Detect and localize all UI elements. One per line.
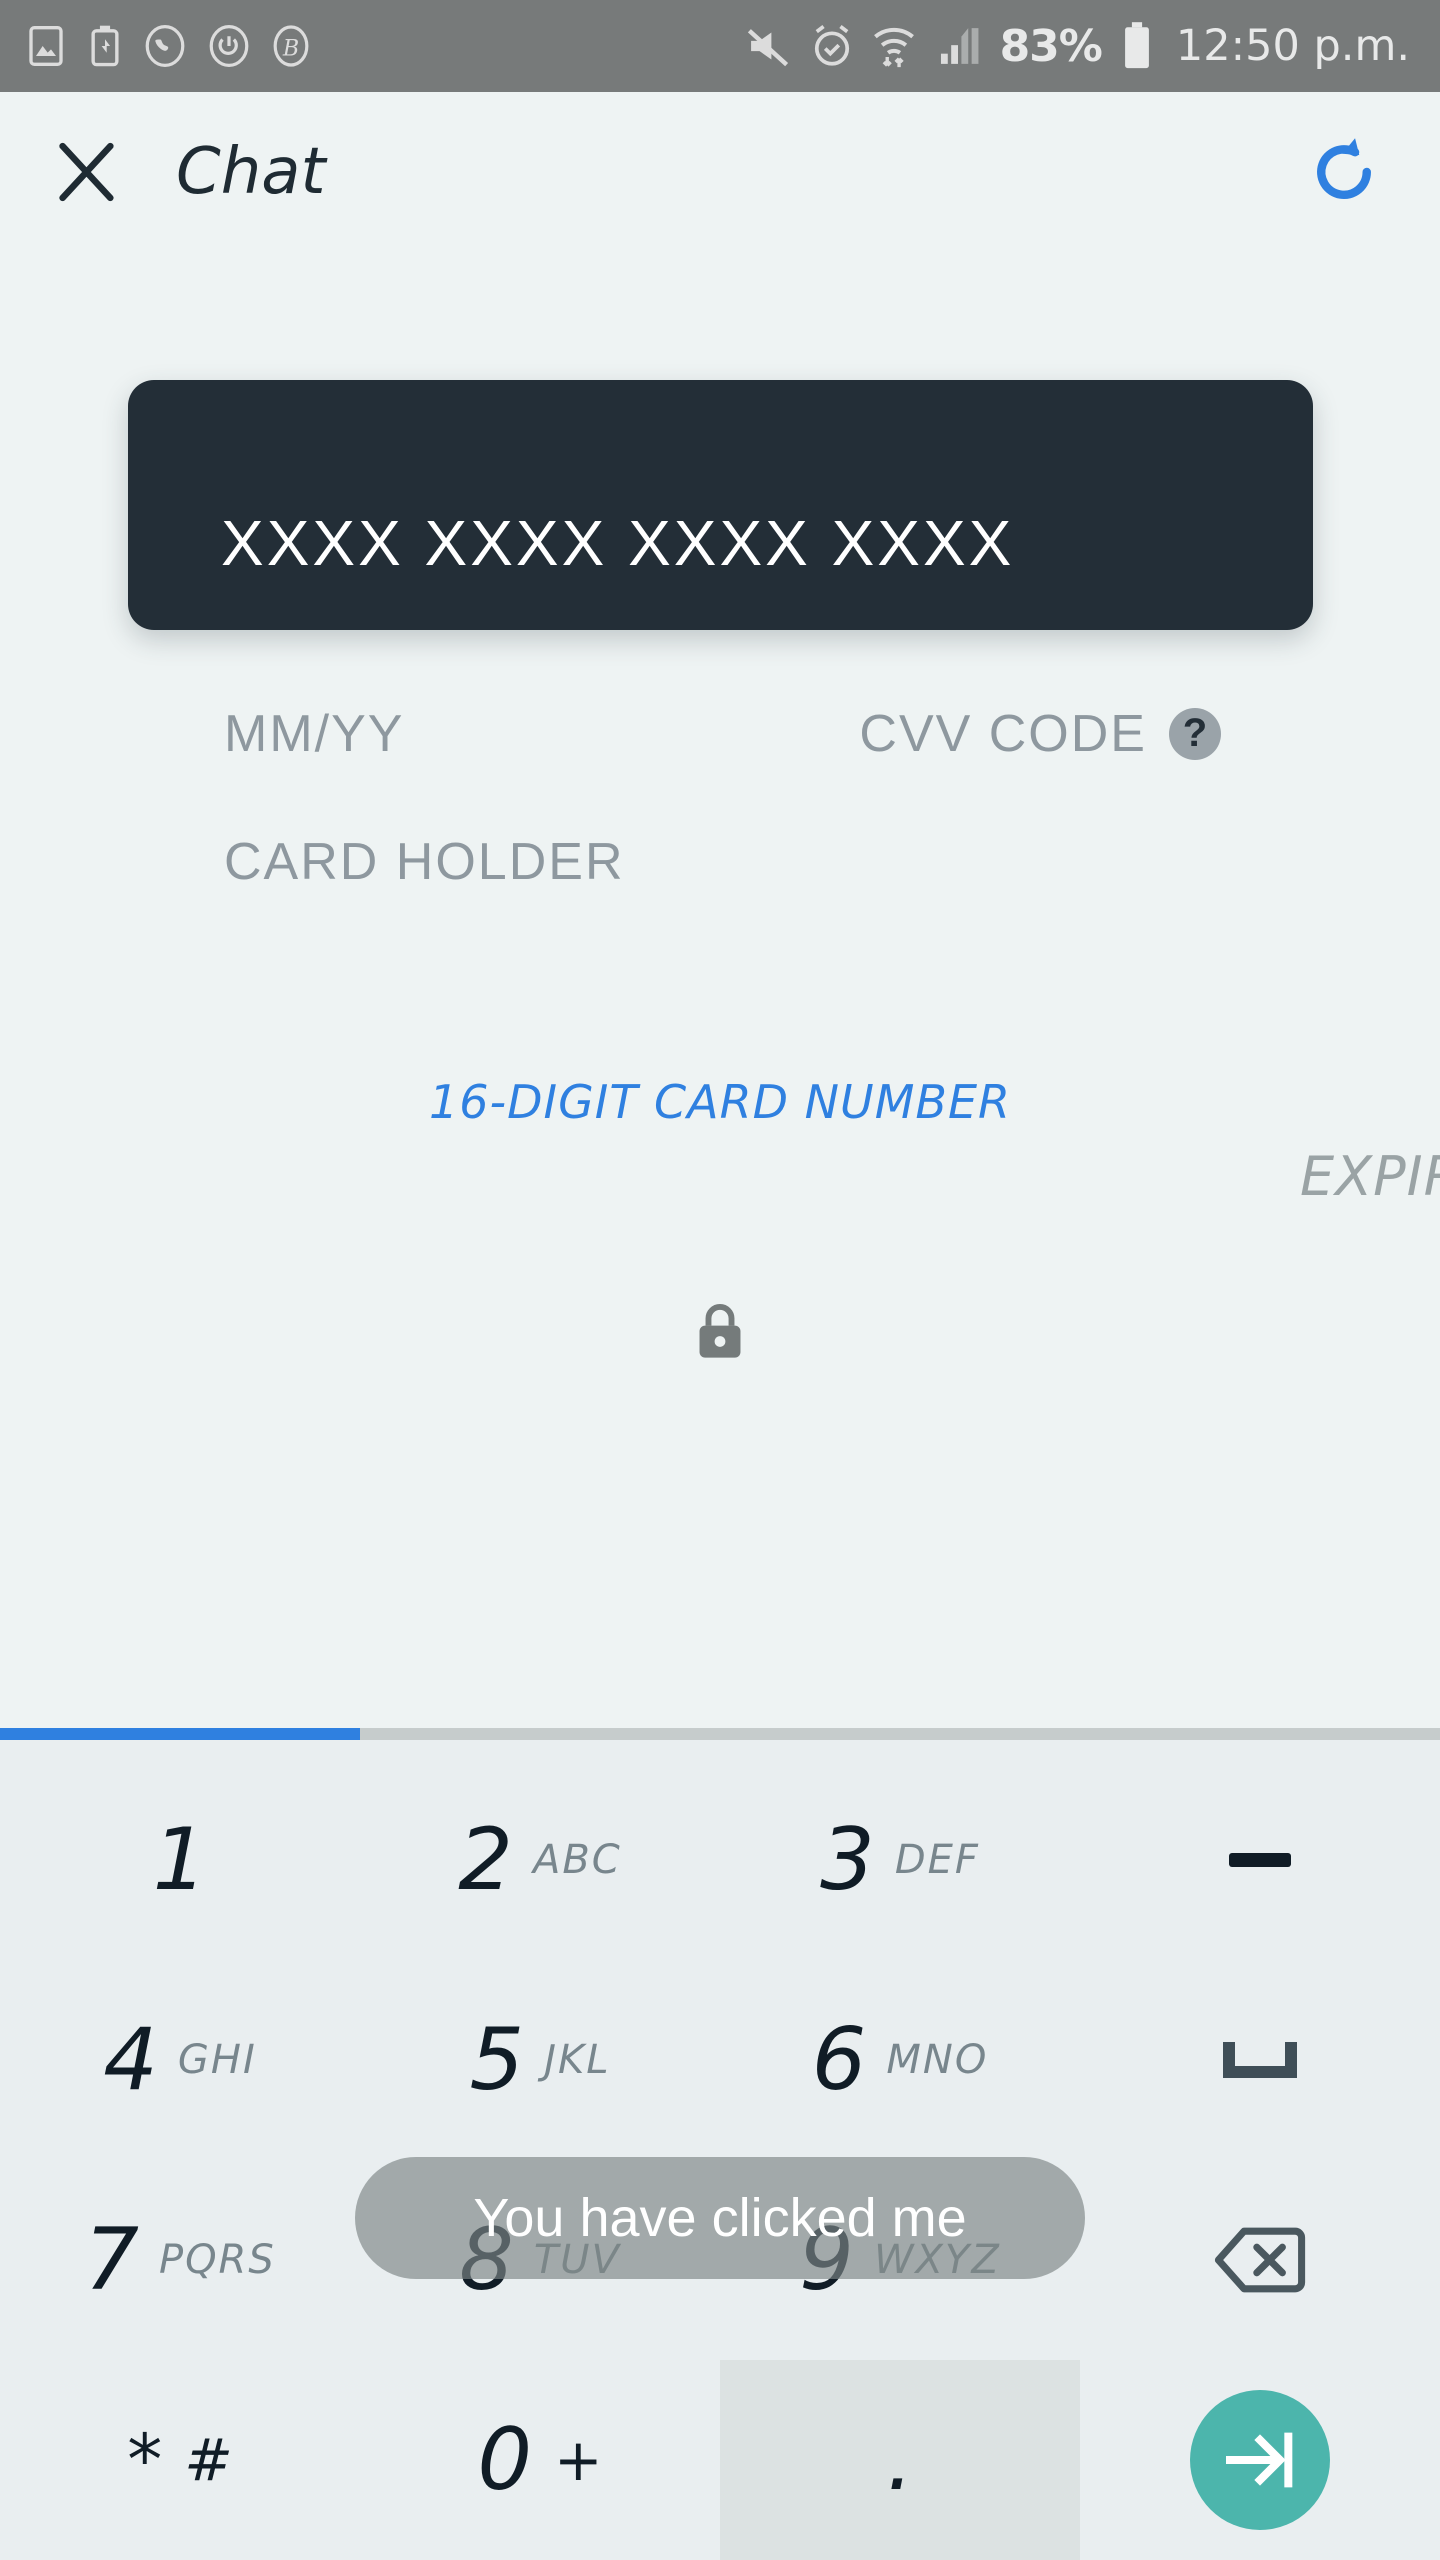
close-icon: [59, 142, 114, 202]
key-dash[interactable]: [1080, 1760, 1440, 1960]
battery-percent-label: 83%: [999, 20, 1103, 72]
close-button[interactable]: [38, 124, 134, 220]
keyboard-row-1: 1 2 ABC 3 DEF: [0, 1760, 1440, 1960]
battery-icon: [1124, 22, 1149, 69]
wifi-icon: [873, 27, 914, 68]
card-expiry-display[interactable]: MM/YY: [224, 704, 404, 764]
key-next[interactable]: [1080, 2360, 1440, 2560]
refresh-button[interactable]: [1296, 124, 1392, 220]
key-6-digit: 6: [811, 2010, 867, 2110]
svg-text:B: B: [282, 36, 299, 62]
key-4-letters: GHI: [177, 2037, 257, 2083]
key-2-letters: ABC: [532, 1837, 622, 1883]
image-icon: [29, 26, 63, 66]
key-4[interactable]: 4 GHI: [0, 1960, 360, 2160]
progress-track: [0, 1728, 1440, 1740]
card-cvv-group: CVV CODE ?: [859, 704, 1221, 764]
lock-icon: [699, 1304, 741, 1358]
secure-indicator: [0, 1300, 1440, 1364]
next-button[interactable]: [1190, 2390, 1330, 2530]
alarm-icon: [814, 25, 849, 66]
space-icon: [1223, 2042, 1297, 2078]
battery-saver-icon: [91, 25, 119, 67]
key-6[interactable]: 6 MNO: [720, 1960, 1080, 2160]
key-space[interactable]: [1080, 1960, 1440, 2160]
key-3-letters: DEF: [894, 1837, 980, 1883]
key-period[interactable]: .: [720, 2360, 1080, 2560]
status-bar: B 83% 12:50 p.m.: [0, 0, 1440, 92]
whatsapp-icon: [145, 24, 185, 67]
app-header: Chat: [0, 92, 1440, 252]
key-3[interactable]: 3 DEF: [720, 1760, 1080, 1960]
app-root: B 83% 12:50 p.m. Chat XXXX XXXX XXXX XXX…: [0, 0, 1440, 2560]
card-number-display[interactable]: XXXX XXXX XXXX XXXX: [221, 506, 1014, 580]
progress-fill: [0, 1728, 360, 1740]
key-3-digit: 3: [820, 1810, 875, 1910]
card-cvv-display[interactable]: CVV CODE: [859, 704, 1147, 764]
b-app-icon: B: [273, 25, 309, 67]
key-6-letters: MNO: [886, 2037, 989, 2083]
key-0[interactable]: 0 +: [360, 2360, 720, 2560]
toast-message: You have clicked me: [355, 2157, 1085, 2279]
key-backspace[interactable]: [1080, 2160, 1440, 2360]
cvv-help-icon[interactable]: ?: [1169, 708, 1221, 760]
key-4-digit: 4: [103, 2010, 158, 2110]
key-star-hash[interactable]: * #: [0, 2360, 360, 2560]
keyboard-row-4: * # 0 + .: [0, 2360, 1440, 2560]
status-bar-right-icons: 83% 12:50 p.m.: [744, 21, 1440, 72]
dash-icon: [1229, 1853, 1291, 1867]
active-field-label: 16-DIGIT CARD NUMBER: [429, 1075, 1011, 1129]
key-hash-glyph: #: [184, 2426, 233, 2494]
signal-icon: [940, 28, 979, 64]
key-0-digit: 0: [477, 2410, 533, 2510]
key-1-digit: 1: [152, 1810, 208, 1910]
key-1[interactable]: 1: [0, 1760, 360, 1960]
key-5[interactable]: 5 JKL: [360, 1960, 720, 2160]
cvv-help-glyph: ?: [1182, 711, 1208, 755]
backspace-icon: [1214, 2227, 1306, 2293]
next-field-label: EXPIRY: [1300, 1145, 1440, 1208]
clock-label: 12:50 p.m.: [1175, 21, 1410, 71]
key-7[interactable]: 7 PQRS: [0, 2160, 360, 2360]
key-5-letters: JKL: [544, 2037, 611, 2083]
key-2-digit: 2: [458, 1810, 513, 1910]
key-2[interactable]: 2 ABC: [360, 1760, 720, 1960]
key-7-digit: 7: [84, 2210, 139, 2310]
status-bar-left-icons: B: [0, 24, 310, 68]
toast-text: You have clicked me: [473, 2188, 967, 2248]
key-plus-glyph: +: [554, 2426, 603, 2494]
key-star-glyph: *: [127, 2419, 163, 2501]
numeric-keyboard: 1 2 ABC 3 DEF 4 GHI 5 JKL 6 MNO 7 PQRS *…: [0, 1740, 1440, 2560]
key-period-glyph: .: [886, 2410, 914, 2510]
key-5-digit: 5: [469, 2010, 525, 2110]
next-icon: [1226, 2432, 1293, 2488]
keyboard-row-2: 4 GHI 5 JKL 6 MNO: [0, 1960, 1440, 2160]
credit-card-container: XXXX XXXX XXXX XXXX MM/YY CVV CODE ? CAR…: [128, 380, 1313, 891]
rotate-icon: [209, 24, 249, 67]
page-title: Chat: [176, 135, 326, 209]
credit-card[interactable]: XXXX XXXX XXXX XXXX MM/YY CVV CODE ? CAR…: [128, 380, 1313, 891]
refresh-icon: [1317, 138, 1371, 200]
card-holder-display[interactable]: CARD HOLDER: [224, 832, 625, 892]
mute-icon: [747, 29, 788, 67]
key-7-letters: PQRS: [158, 2237, 276, 2283]
